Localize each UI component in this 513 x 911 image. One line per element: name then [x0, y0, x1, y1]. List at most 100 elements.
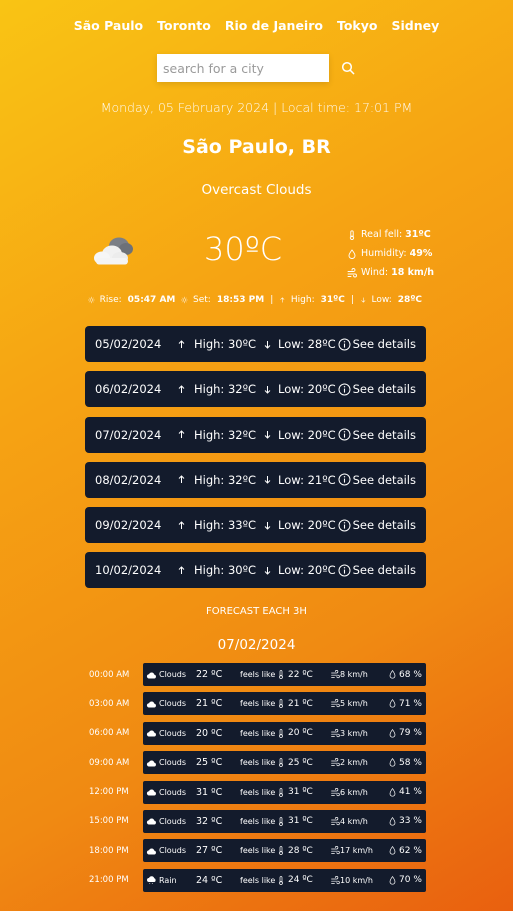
hour-wind: 5 km/h	[340, 699, 368, 709]
hour-feels-like: 24 ºC	[288, 875, 313, 886]
day-high: High: 33ºC	[194, 518, 257, 533]
info-icon	[338, 383, 351, 396]
hour-time: 15:00 PM	[89, 816, 129, 827]
day-range: High: 30ºC Low: 20ºC	[177, 563, 336, 577]
see-details-button[interactable]: See details	[338, 337, 416, 351]
see-details-button[interactable]: See details	[338, 473, 416, 487]
day-range: High: 32ºC Low: 20ºC	[177, 428, 336, 442]
hour-description: Clouds	[159, 758, 187, 768]
low-value: 28ºC	[397, 295, 423, 305]
hour-description: Rain	[159, 875, 177, 885]
daily-card[interactable]: 09/02/2024 High: 33ºC Low: 20ºC See deta…	[85, 507, 426, 544]
hour-wind: 4 km/h	[340, 816, 368, 826]
hour-description: Clouds	[159, 846, 187, 856]
feels-like-label: feels like	[240, 816, 276, 826]
hour-time: 03:00 AM	[89, 698, 130, 709]
current-temperature: 30ºC	[204, 230, 283, 268]
thermometer-icon	[279, 817, 283, 826]
hour-time: 18:00 PM	[89, 845, 129, 856]
search-input[interactable]	[157, 54, 329, 82]
see-details-label: See details	[352, 472, 416, 487]
low-label: Low:	[371, 295, 392, 305]
droplet-icon	[389, 670, 396, 679]
sun-and-range-row: Rise: 05:47 AM Set: 18:53 PM | High: 31º…	[88, 294, 428, 306]
real-feel-row: Real fell: 31ºC	[347, 225, 434, 244]
hour-time: 21:00 PM	[89, 875, 129, 886]
cloud-icon	[146, 760, 156, 767]
hour-wind: 17 km/h	[340, 846, 373, 856]
daily-forecast-list: 05/02/2024 High: 30ºC Low: 28ºC See deta…	[85, 326, 426, 598]
search-icon[interactable]	[341, 61, 355, 75]
feels-like-label: feels like	[240, 699, 276, 709]
thermometer-icon	[279, 787, 283, 797]
arrow-up-icon	[178, 566, 185, 574]
current-details: Real fell: 31ºC Humidity: 49% Wind: 18 k…	[347, 225, 434, 282]
wind-icon	[331, 699, 340, 708]
info-icon	[338, 338, 351, 350]
nav-city-rio[interactable]: Rio de Janeiro	[225, 18, 323, 33]
city-title: São Paulo, BR	[182, 136, 331, 158]
forecast-title: FORECAST EACH 3H	[206, 606, 307, 617]
overcast-clouds-icon	[94, 237, 133, 265]
city-nav: São Paulo Toronto Rio de Janeiro Tokyo S…	[0, 18, 513, 33]
hour-wind: 3 km/h	[340, 728, 368, 738]
daily-card[interactable]: 07/02/2024 High: 32ºC Low: 20ºC See deta…	[85, 416, 426, 453]
hour-feels-like: 22 ºC	[288, 669, 313, 680]
hour-humidity: 33 %	[399, 816, 422, 827]
see-details-label: See details	[352, 518, 416, 533]
weather-app: São Paulo Toronto Rio de Janeiro Tokyo S…	[0, 0, 513, 911]
hour-time: 00:00 AM	[89, 669, 130, 680]
droplet-icon	[389, 846, 396, 855]
arrow-down-icon	[264, 431, 271, 439]
day-date: 07/02/2024	[95, 427, 162, 442]
hour-wind: 8 km/h	[340, 670, 368, 679]
hourly-card: Clouds 22 ºC feels like 22 ºC 8 km/h 68 …	[143, 663, 426, 686]
day-date: 08/02/2024	[95, 472, 162, 487]
wind-icon	[331, 758, 340, 767]
hour-humidity: 41 %	[399, 787, 422, 798]
see-details-button[interactable]: See details	[338, 428, 416, 442]
humidity-row: Humidity: 49%	[347, 244, 434, 263]
hour-humidity: 62 %	[399, 845, 422, 856]
daily-card[interactable]: 05/02/2024 High: 30ºC Low: 28ºC See deta…	[85, 326, 426, 362]
day-date: 05/02/2024	[95, 337, 162, 351]
daily-card[interactable]: 10/02/2024 High: 30ºC Low: 20ºC See deta…	[85, 552, 426, 589]
nav-city-toronto[interactable]: Toronto	[157, 18, 211, 33]
hourly-card: Rain 24 ºC feels like 24 ºC 10 km/h 70 %	[143, 868, 426, 892]
hourly-row: 00:00 AM Clouds 22 ºC feels like 22 ºC 8…	[85, 663, 426, 686]
see-details-label: See details	[352, 563, 416, 578]
hour-feels-like: 31 ºC	[288, 787, 313, 798]
rain-icon	[147, 876, 156, 885]
see-details-button[interactable]: See details	[338, 563, 416, 577]
separator: |	[270, 295, 274, 305]
day-high: High: 30ºC	[194, 563, 257, 578]
see-details-button[interactable]: See details	[338, 382, 416, 396]
high-value: 31ºC	[320, 295, 345, 305]
day-high: High: 30ºC	[194, 337, 257, 351]
feels-like-label: feels like	[240, 787, 276, 797]
day-range: High: 32ºC Low: 20ºC	[177, 382, 336, 396]
droplet-icon	[348, 248, 356, 259]
hour-humidity: 58 %	[399, 757, 422, 768]
forecast-date: 07/02/2024	[217, 637, 296, 653]
sunset-label: Set:	[193, 295, 211, 305]
hourly-card: Clouds 32 ºC feels like 31 ºC 4 km/h 33 …	[143, 809, 426, 833]
nav-city-sidney[interactable]: Sidney	[391, 18, 439, 33]
daily-card[interactable]: 08/02/2024 High: 32ºC Low: 21ºC See deta…	[85, 461, 426, 498]
info-icon	[338, 519, 351, 532]
info-icon	[338, 564, 351, 577]
see-details-label: See details	[352, 337, 416, 351]
day-low: Low: 20ºC	[278, 382, 336, 397]
wind-value: 18 km/h	[391, 267, 435, 278]
sunrise-value: 05:47 AM	[127, 295, 176, 305]
daily-card[interactable]: 06/02/2024 High: 32ºC Low: 20ºC See deta…	[85, 371, 426, 408]
nav-city-tokyo[interactable]: Tokyo	[337, 18, 378, 33]
see-details-button[interactable]: See details	[338, 518, 416, 532]
arrow-down-icon	[264, 385, 271, 394]
nav-city-sao-paulo[interactable]: São Paulo	[74, 18, 143, 33]
arrow-down-icon	[361, 297, 366, 303]
thermometer-icon	[279, 846, 283, 856]
info-icon	[338, 473, 351, 486]
real-feel-label: Real fell:	[361, 229, 403, 240]
cloud-icon	[146, 701, 156, 708]
